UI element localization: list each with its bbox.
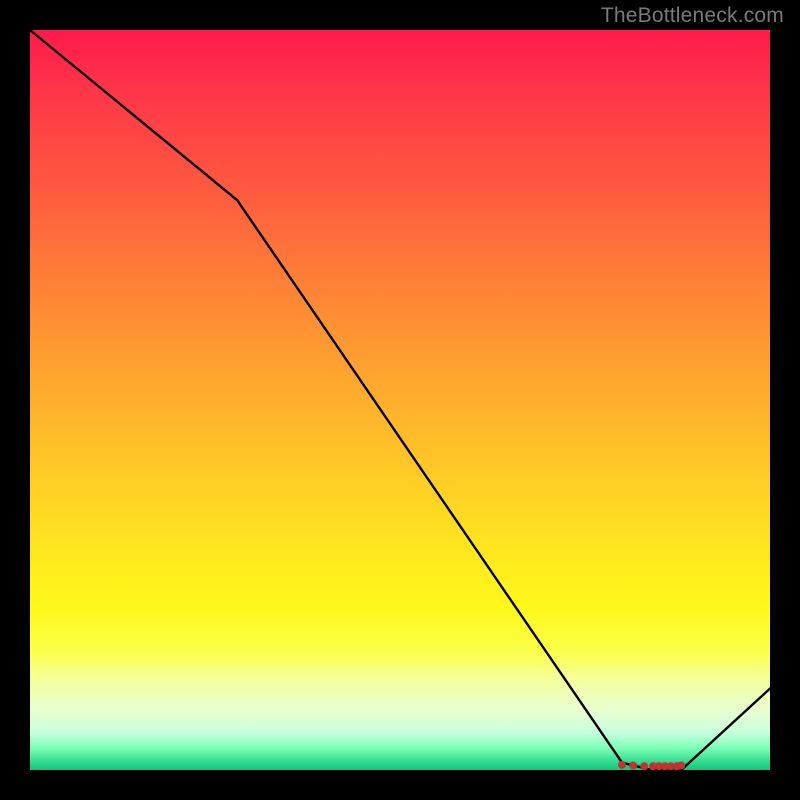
optimal-marker: [618, 761, 626, 769]
optimal-marker: [640, 762, 648, 770]
optimal-marker: [629, 762, 637, 770]
chart-container: TheBottleneck.com: [0, 0, 800, 800]
plot-area: [30, 30, 770, 770]
chart-svg: [30, 30, 770, 770]
bottleneck-line: [30, 30, 770, 770]
watermark-text: TheBottleneck.com: [601, 4, 784, 28]
optimal-marker: [677, 762, 685, 770]
optimal-markers-group: [618, 761, 685, 770]
